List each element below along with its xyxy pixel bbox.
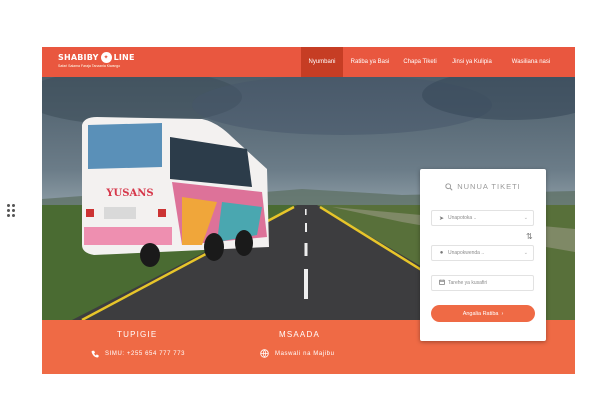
help-heading: MSAADA bbox=[279, 330, 320, 339]
brand-name-suffix: LINE bbox=[113, 53, 135, 62]
map-pin-icon: ● bbox=[439, 250, 444, 256]
contact-heading: TUPIGIE bbox=[117, 330, 158, 339]
chevron-down-icon: ⌄ bbox=[523, 250, 528, 256]
bus-name-text: YUSANS bbox=[106, 188, 154, 199]
page-frame: SHABIBY ✦ LINE Safari Salama Faraja Tanz… bbox=[42, 47, 575, 374]
destination-placeholder: Unapokwenda .. bbox=[448, 250, 485, 256]
globe-icon bbox=[260, 349, 269, 358]
help-link[interactable]: Maswali na Majibu bbox=[260, 349, 335, 358]
main-nav: Nyumbani Ratiba ya Basi Chapa Tiketi Jin… bbox=[301, 47, 561, 77]
nav-item-wasiliana-nasi[interactable]: Wasiliana nasi bbox=[501, 47, 561, 77]
swap-arrows-icon[interactable]: ⇅ bbox=[526, 232, 533, 241]
phone-icon bbox=[90, 349, 99, 358]
chevron-right-icon: › bbox=[501, 310, 504, 317]
drag-handle-icon[interactable] bbox=[7, 204, 15, 217]
view-schedule-button[interactable]: Angalia Ratiba › bbox=[431, 305, 535, 322]
travel-date-placeholder: Tarehe ya kusafiri bbox=[448, 280, 488, 286]
search-icon bbox=[445, 182, 453, 191]
travel-date-input[interactable]: Tarehe ya kusafiri bbox=[431, 275, 534, 291]
destination-select[interactable]: ● Unapokwenda .. ⌄ bbox=[431, 245, 534, 261]
help-link-text: Maswali na Majibu bbox=[275, 350, 335, 357]
booking-title: NUNUA TIKETI bbox=[420, 182, 546, 191]
chevron-down-icon: ⌄ bbox=[523, 215, 528, 221]
nav-item-chapa-tiketi[interactable]: Chapa Tiketi bbox=[397, 47, 443, 77]
booking-card: NUNUA TIKETI ➤ Unapotoka .. ⌄ ⇅ ● Unapok… bbox=[420, 169, 546, 341]
nav-item-jinsi-ya-kulipia[interactable]: Jinsi ya Kulipia bbox=[443, 47, 501, 77]
origin-select[interactable]: ➤ Unapotoka .. ⌄ bbox=[431, 210, 534, 226]
nav-item-ratiba-ya-basi[interactable]: Ratiba ya Basi bbox=[343, 47, 397, 77]
logo-globe-icon: ✦ bbox=[100, 52, 112, 63]
contact-line[interactable]: SIMU: +255 654 777 773 bbox=[90, 349, 185, 358]
view-schedule-label: Angalia Ratiba bbox=[462, 310, 499, 317]
top-navigation-bar: SHABIBY ✦ LINE Safari Salama Faraja Tanz… bbox=[42, 47, 575, 77]
brand-tagline: Safari Salama Faraja Tanzania Kiwango bbox=[58, 64, 121, 68]
calendar-icon bbox=[438, 279, 445, 287]
navigation-arrow-icon: ➤ bbox=[438, 215, 445, 222]
nav-item-nyumbani[interactable]: Nyumbani bbox=[301, 47, 343, 77]
brand-logo[interactable]: SHABIBY ✦ LINE Safari Salama Faraja Tanz… bbox=[58, 52, 135, 68]
brand-name: SHABIBY bbox=[58, 53, 99, 62]
origin-placeholder: Unapotoka .. bbox=[448, 215, 477, 221]
contact-phone-text: SIMU: +255 654 777 773 bbox=[105, 350, 186, 357]
booking-title-text: NUNUA TIKETI bbox=[457, 182, 521, 191]
